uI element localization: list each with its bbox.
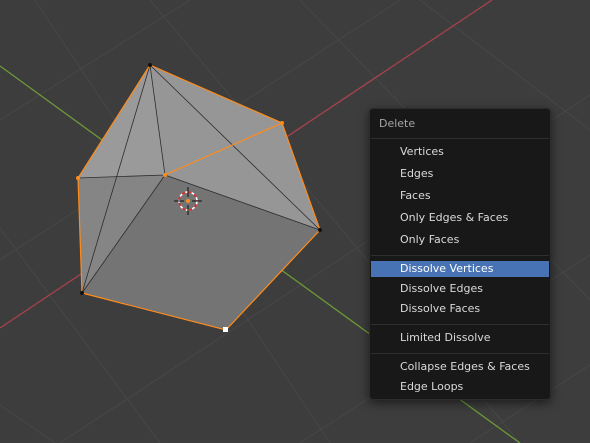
menu-item-only-edges-faces[interactable]: Only Edges & Faces bbox=[371, 210, 549, 226]
menu-title: Delete bbox=[379, 117, 416, 130]
cube-mesh[interactable] bbox=[76, 63, 322, 332]
menu-item-edge-loops[interactable]: Edge Loops bbox=[371, 379, 549, 395]
menu-item-edges[interactable]: Edges bbox=[371, 166, 549, 182]
vertex[interactable] bbox=[80, 291, 84, 295]
menu-item-faces[interactable]: Faces bbox=[371, 188, 549, 204]
menu-item-dissolve-vertices[interactable]: Dissolve Vertices bbox=[371, 261, 549, 277]
menu-separator bbox=[371, 138, 549, 139]
menu-separator bbox=[371, 353, 549, 354]
menu-item-dissolve-edges[interactable]: Dissolve Edges bbox=[371, 281, 549, 297]
vertex[interactable] bbox=[280, 121, 284, 125]
menu-item-dissolve-faces[interactable]: Dissolve Faces bbox=[371, 301, 549, 317]
menu-separator bbox=[371, 255, 549, 256]
vertex[interactable] bbox=[163, 173, 167, 177]
delete-menu: Delete Vertices Edges Faces Only Edges &… bbox=[369, 108, 551, 400]
menu-item-collapse-edges-faces[interactable]: Collapse Edges & Faces bbox=[371, 359, 549, 375]
menu-item-vertices[interactable]: Vertices bbox=[371, 144, 549, 160]
menu-item-only-faces[interactable]: Only Faces bbox=[371, 232, 549, 248]
active-vertex[interactable] bbox=[223, 327, 228, 332]
vertex[interactable] bbox=[148, 63, 152, 67]
menu-separator bbox=[371, 324, 549, 325]
menu-item-limited-dissolve[interactable]: Limited Dissolve bbox=[371, 330, 549, 346]
vertex[interactable] bbox=[318, 228, 322, 232]
vertex[interactable] bbox=[76, 176, 80, 180]
